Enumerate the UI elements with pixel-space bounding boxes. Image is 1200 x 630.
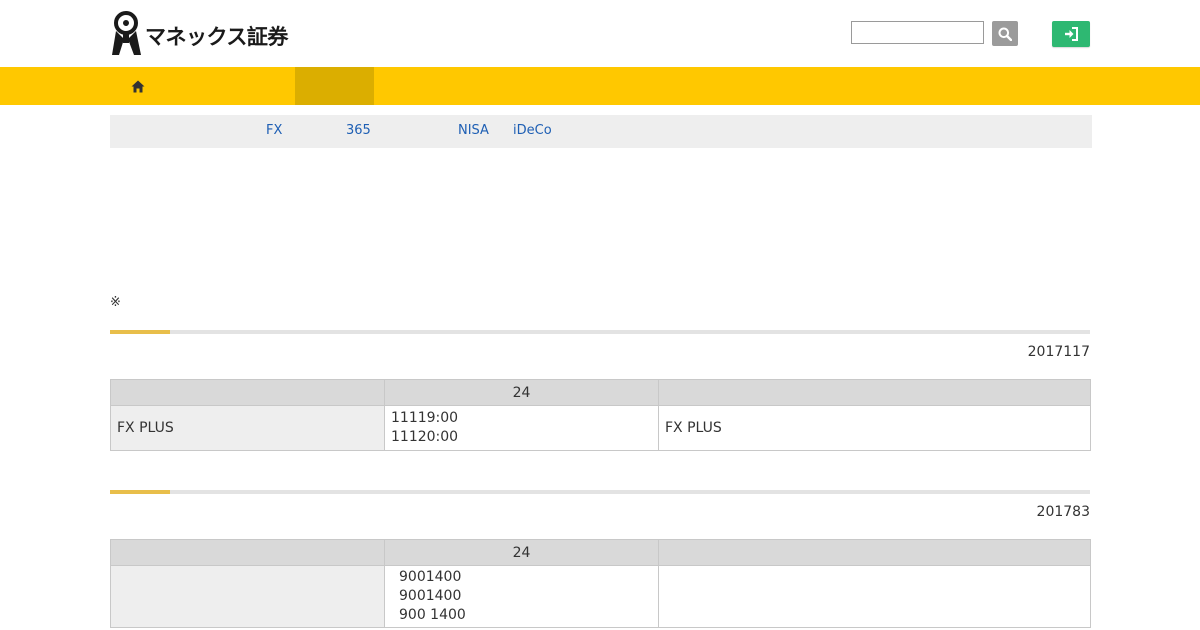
- table-header-cell: 24: [384, 379, 659, 406]
- subnav-item-ideco[interactable]: iDeCo: [513, 123, 552, 138]
- section-date: 201783: [1036, 504, 1090, 520]
- table-header-cell: [658, 379, 1091, 406]
- row-times: 11119:00 11120:00: [384, 405, 659, 451]
- row-label: FX PLUS: [110, 405, 385, 451]
- row-label: [110, 565, 385, 628]
- time-line: 9001400: [399, 588, 462, 604]
- table-header-cell: [110, 539, 385, 566]
- time-line: 900 1400: [399, 607, 466, 623]
- sub-nav: FX 365 NISA iDeCo: [110, 115, 1092, 148]
- table-header-cell: [110, 379, 385, 406]
- subnav-item-nisa[interactable]: NISA: [458, 123, 489, 138]
- table-row: 9001400 9001400 900 1400: [110, 565, 1091, 628]
- time-line: 11120:00: [391, 429, 459, 445]
- search-button[interactable]: [992, 21, 1018, 46]
- table-header-cell: 24: [384, 539, 659, 566]
- schedule-table: 24 FX PLUS 11119:00 11120:00 FX PLUS: [110, 379, 1091, 451]
- global-nav: [0, 67, 1200, 105]
- subnav-item-fx[interactable]: FX: [266, 123, 282, 138]
- logo-text: マネックス証券: [145, 24, 288, 49]
- section-divider: [110, 490, 1090, 494]
- sign-in-icon: [1064, 27, 1078, 41]
- row-detail: FX PLUS: [658, 405, 1091, 451]
- schedule-table: 24 9001400 9001400 900 1400: [110, 539, 1091, 628]
- home-icon: [131, 80, 145, 92]
- logo-mark-icon: [112, 11, 141, 55]
- table-header-row: 24: [110, 379, 1091, 406]
- table-row: FX PLUS 11119:00 11120:00 FX PLUS: [110, 405, 1091, 451]
- table-header-cell: [658, 539, 1091, 566]
- subnav-item-365[interactable]: 365: [346, 123, 371, 138]
- note-mark: ※: [110, 295, 121, 310]
- row-times: 9001400 9001400 900 1400: [384, 565, 659, 628]
- search-icon: [998, 27, 1012, 41]
- logo[interactable]: マネックス証券: [110, 11, 288, 56]
- time-line: 9001400: [399, 569, 462, 585]
- search-input[interactable]: [851, 21, 984, 44]
- login-button[interactable]: [1052, 21, 1090, 47]
- table-header-row: 24: [110, 539, 1091, 566]
- nav-item-active[interactable]: [295, 67, 374, 105]
- section-divider: [110, 330, 1090, 334]
- time-line: 11119:00: [391, 410, 459, 426]
- row-detail: [658, 565, 1091, 628]
- section-date: 2017117: [1027, 344, 1090, 360]
- nav-home[interactable]: [118, 67, 158, 105]
- site-header: マネックス証券: [0, 0, 1200, 67]
